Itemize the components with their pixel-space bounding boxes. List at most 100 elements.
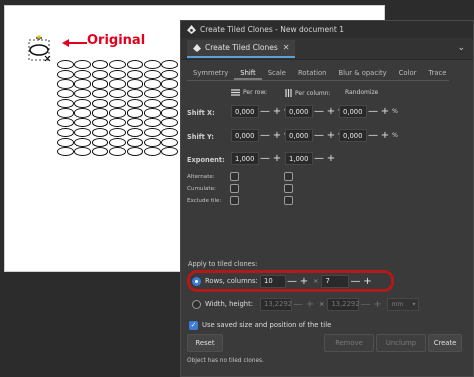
cumulate-per-column-checkbox[interactable] [284,184,293,193]
use-saved-size-checkbox[interactable]: ✓ [189,320,198,330]
columns-input[interactable]: 7 [321,274,350,288]
decrement-button[interactable]: — [313,152,325,165]
unit-select[interactable]: mm ▾ [387,297,420,311]
rows-columns-radio[interactable] [192,276,201,286]
tab-trace[interactable]: Trace [422,67,452,80]
tiled-clone[interactable] [91,137,109,147]
tiled-clone[interactable] [143,108,161,118]
alternate-per-column-checkbox[interactable] [284,172,293,181]
tiled-clone[interactable] [74,79,91,89]
columns-increment-button[interactable]: + [361,276,373,287]
tiled-clone[interactable] [109,108,126,118]
tiled-clone[interactable] [57,69,74,79]
original-tile-icon[interactable] [25,34,57,62]
increment-button[interactable]: + [271,105,283,118]
tiled-clone[interactable] [57,147,74,157]
tiled-clone[interactable] [57,127,74,137]
tiled-clone[interactable] [74,108,91,118]
tab-shift[interactable]: Shift [234,67,262,80]
tiled-clone[interactable] [161,118,178,128]
decrement-button[interactable]: — [367,129,379,142]
tiled-clone[interactable] [161,127,178,137]
tiled-clone[interactable] [109,60,126,70]
width-increment-button[interactable]: + [304,299,316,310]
tiled-clone[interactable] [143,79,161,89]
tiled-clone[interactable] [143,147,161,157]
unclump-button[interactable]: Unclump [376,334,426,352]
decrement-button[interactable]: — [259,129,271,142]
tiled-clone[interactable] [109,137,126,147]
tiled-clone[interactable] [161,108,178,118]
tiled-clone[interactable] [126,79,144,89]
tiled-clone[interactable] [57,98,74,108]
tiled-clone[interactable] [109,98,126,108]
tiled-clone[interactable] [91,127,109,137]
tiled-clone[interactable] [109,147,126,157]
increment-button[interactable]: + [325,129,337,142]
shift-x-randomize-spinbox[interactable]: 0,000 — + % [339,105,398,118]
tiled-clone[interactable] [161,69,178,79]
increment-button[interactable]: + [379,129,391,142]
exclude-tile-per-column-checkbox[interactable] [284,196,293,205]
tiled-clone[interactable] [57,89,74,99]
tab-rotation[interactable]: Rotation [292,67,332,80]
increment-button[interactable]: + [379,105,391,118]
alternate-per-row-checkbox[interactable] [230,172,239,181]
tiled-clone[interactable] [161,60,178,70]
exponent-per-column-spinbox[interactable]: 1,000 — + [285,152,337,165]
height-increment-button[interactable]: + [371,299,383,310]
tiled-clone[interactable] [74,118,91,128]
tiled-clone[interactable] [143,69,161,79]
tiled-clone[interactable] [74,60,91,70]
width-height-radio[interactable] [192,299,201,309]
use-saved-size-option[interactable]: ✓ Use saved size and position of the til… [189,317,331,333]
shift-x-per-row-spinbox[interactable]: 0,000 — + % [231,105,290,118]
height-input[interactable]: 13,2292 [327,297,360,311]
tiled-clone[interactable] [91,108,109,118]
increment-button[interactable]: + [325,152,337,165]
tab-blur-opacity[interactable]: Blur & opacity [332,67,392,80]
width-input[interactable]: 13,2292 [260,297,292,311]
tiled-clone[interactable] [109,118,126,128]
tiled-clone[interactable] [109,89,126,99]
tiled-clone[interactable] [143,60,161,70]
tiled-clone[interactable] [74,147,91,157]
tiled-clone[interactable] [91,89,109,99]
tiled-clone[interactable] [74,98,91,108]
tiled-clone[interactable] [143,127,161,137]
tiled-clone[interactable] [126,98,144,108]
tiled-clone[interactable] [143,137,161,147]
decrement-button[interactable]: — [259,152,271,165]
tiled-clone[interactable] [143,98,161,108]
decrement-button[interactable]: — [259,105,271,118]
rows-decrement-button[interactable]: — [286,276,298,287]
tiled-clone[interactable] [57,118,74,128]
remove-button[interactable]: Remove [324,334,374,352]
tiled-clone[interactable] [161,89,178,99]
chevron-down-icon[interactable]: ⌄ [457,43,465,53]
tiled-clone[interactable] [57,79,74,89]
shift-x-per-column-spinbox[interactable]: 0,000 — + % [285,105,344,118]
width-height-option[interactable]: Width, height: 13,2292 — + × 13,2292 — +… [192,296,420,312]
tiled-clone[interactable] [74,89,91,99]
tiled-clone[interactable] [109,127,126,137]
tiled-clone[interactable] [126,108,144,118]
tiled-clone[interactable] [57,60,74,70]
tab-create-tiled-clones[interactable]: Create Tiled Clones ✕ [187,39,296,58]
tiled-clone[interactable] [109,79,126,89]
tiled-clone[interactable] [91,69,109,79]
tiled-clone[interactable] [143,89,161,99]
decrement-button[interactable]: — [313,105,325,118]
cumulate-per-row-checkbox[interactable] [230,184,239,193]
tiled-clone[interactable] [161,147,178,157]
rows-input[interactable]: 10 [260,274,286,288]
tab-symmetry[interactable]: Symmetry [187,67,234,80]
tiled-clone[interactable] [91,118,109,128]
tiled-clone[interactable] [126,127,144,137]
reset-button[interactable]: Reset [187,334,223,352]
shift-y-randomize-spinbox[interactable]: 0,000 — + % [339,129,398,142]
tab-scale[interactable]: Scale [262,67,292,80]
tiled-clone[interactable] [74,69,91,79]
tiled-clone[interactable] [126,137,144,147]
tiled-clone[interactable] [126,118,144,128]
